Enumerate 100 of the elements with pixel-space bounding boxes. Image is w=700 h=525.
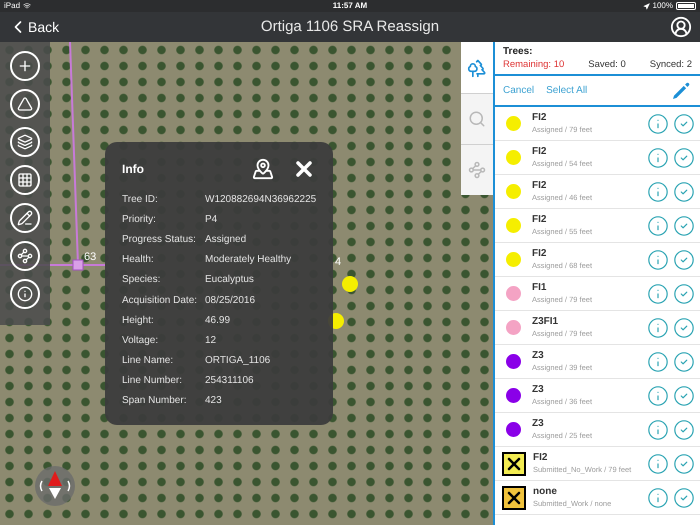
pencil-icon (670, 80, 692, 102)
field-label: Progress Status: (122, 232, 197, 247)
panel-heading: Trees: (503, 45, 534, 58)
check-button[interactable] (673, 350, 695, 372)
info-icon (647, 452, 669, 474)
tree-name: Z3 (532, 384, 545, 396)
search-icon (468, 110, 486, 128)
check-icon (673, 350, 695, 372)
info-icon (647, 486, 669, 508)
edit-button[interactable] (670, 80, 692, 102)
field-label: Voltage: (122, 334, 160, 348)
clock-time: 11:57 AM (332, 0, 368, 12)
pencil-plus-button[interactable] (10, 203, 40, 233)
window-title: Ortiga 1106 SRA Reassign (260, 16, 440, 37)
check-icon (673, 282, 695, 304)
route-icon (468, 161, 486, 179)
battery-percent: 100% (652, 0, 673, 12)
field-label: Priority: (122, 212, 157, 227)
profile-button[interactable] (670, 16, 692, 38)
info-icon (17, 286, 33, 302)
check-icon (673, 248, 695, 270)
tree-name: FI2 (532, 146, 548, 158)
tree-name: FI2 (532, 180, 548, 192)
field-value: 12 (205, 334, 216, 348)
tree-count: Saved: 0 (588, 58, 626, 72)
route-tab[interactable] (461, 144, 493, 195)
field-value: Moderately Healthy (205, 253, 292, 268)
check-button[interactable] (673, 112, 695, 134)
check-button[interactable] (673, 282, 695, 304)
check-button[interactable] (673, 486, 695, 508)
battery-icon (676, 2, 696, 10)
map-pin-icon (252, 158, 274, 180)
info-icon (647, 214, 669, 236)
field-value: W120882694N36962225 (205, 192, 316, 207)
polygon-icon (17, 96, 33, 112)
tree-count: Synced: 2 (650, 58, 692, 72)
info-icon (647, 350, 669, 372)
user-icon (670, 16, 692, 38)
tree-name: FI2 (532, 248, 548, 260)
compass-icon[interactable] (34, 465, 76, 507)
field-label: Acquisition Date: (122, 294, 198, 308)
info-title: Info (122, 161, 144, 178)
check-button[interactable] (673, 316, 695, 338)
check-button[interactable] (673, 180, 695, 202)
info-icon (647, 248, 669, 270)
check-icon (673, 384, 695, 406)
field-label: Health: (122, 253, 155, 268)
field-value: Assigned (205, 232, 246, 247)
tree-name: Z3FI1 (532, 316, 560, 328)
info-icon (647, 418, 669, 440)
layers-button[interactable] (10, 127, 40, 157)
location-icon (642, 2, 650, 10)
info-icon (647, 282, 669, 304)
tree-name: FI2 (532, 214, 548, 226)
tree-count: Remaining: 10 (503, 58, 564, 72)
field-label: Line Name: (122, 354, 174, 368)
check-icon (673, 316, 695, 338)
field-label: Span Number: (122, 394, 188, 408)
search-tab[interactable] (461, 93, 493, 144)
tree-name: Z3 (532, 350, 545, 362)
info-icon (647, 146, 669, 168)
check-button[interactable] (673, 214, 695, 236)
check-icon (673, 418, 695, 440)
grid-button[interactable] (10, 165, 40, 195)
check-icon (673, 452, 695, 474)
check-icon (673, 180, 695, 202)
grid-icon (17, 172, 33, 188)
layers-icon (17, 134, 33, 150)
check-icon (673, 214, 695, 236)
map-pin-button[interactable] (252, 158, 274, 180)
info-icon (647, 112, 669, 134)
crosshair-icon (17, 58, 33, 74)
check-button[interactable] (673, 146, 695, 168)
route-icon (17, 248, 33, 264)
check-icon (673, 486, 695, 508)
field-value: P4 (205, 212, 218, 227)
info-icon (647, 384, 669, 406)
tree-icon (467, 58, 487, 78)
device-name: iPad (4, 0, 20, 12)
route-button[interactable] (10, 241, 40, 271)
check-button[interactable] (673, 452, 695, 474)
check-button[interactable] (673, 384, 695, 406)
info-icon (647, 180, 669, 202)
tree-name: Z3 (532, 418, 545, 430)
check-icon (673, 146, 695, 168)
check-button[interactable] (673, 248, 695, 270)
tree-name: FI2 (532, 112, 548, 124)
field-label: Species: (122, 273, 162, 288)
field-value: Eucalyptus (205, 273, 254, 288)
check-button[interactable] (673, 418, 695, 440)
pencil-plus-icon (17, 210, 33, 226)
polygon-button[interactable] (10, 89, 40, 119)
tree-name: FI1 (532, 282, 548, 294)
crosshair-button[interactable] (10, 51, 40, 81)
field-value: 423 (205, 394, 222, 408)
field-label: Height: (122, 314, 155, 328)
wifi-icon (23, 2, 32, 10)
info-icon (647, 316, 669, 338)
field-label: Tree ID: (122, 192, 159, 207)
back-button[interactable]: Back (8, 16, 128, 38)
